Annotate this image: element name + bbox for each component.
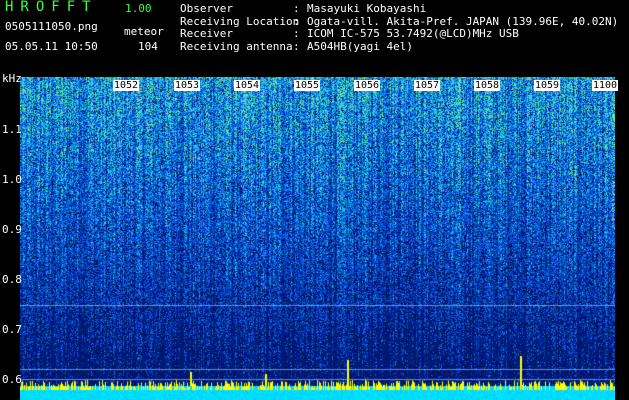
time-label: 1054 [234, 80, 261, 91]
info-value: A504HB(yagi 4el) [307, 39, 413, 53]
app-title: HROFFT [5, 0, 98, 15]
info-label: Receiver [180, 27, 233, 40]
time-label: 1055 [294, 80, 321, 91]
info-value: ICOM IC-575 53.7492(@LCD)MHz USB [307, 27, 519, 40]
info-separator: : [293, 39, 300, 53]
info-row-antenna: Receiving antenna : A504HB(yagi 4el) [180, 39, 618, 54]
info-label: Observer [180, 2, 233, 15]
info-label: Receiving antenna [180, 39, 293, 53]
date-time: 05.05.11 10:50 [5, 40, 98, 53]
y-tick-label: 0.7 [2, 323, 22, 336]
y-tick-label: 0.8 [2, 273, 22, 286]
count-value: 104 [138, 40, 158, 53]
info-separator: : [293, 2, 300, 15]
app-version: 1.00 [125, 2, 152, 15]
mode-label: meteor [124, 25, 164, 38]
station-info: Observer : Masayuki Kobayashi Receiving … [180, 2, 618, 54]
y-axis-unit: kHz [2, 72, 22, 85]
info-row-receiver: Receiver : ICOM IC-575 53.7492(@LCD)MHz … [180, 27, 618, 41]
time-label: 1059 [534, 80, 561, 91]
time-label: 1100 [592, 80, 619, 91]
file-name: 0505111050.png [5, 20, 98, 33]
y-tick-label: 0.9 [2, 223, 22, 236]
info-separator: : [293, 27, 300, 40]
time-label: 1052 [113, 80, 140, 91]
y-tick-label: 1.0 [2, 173, 22, 186]
time-label: 1056 [354, 80, 381, 91]
info-value: Masayuki Kobayashi [307, 2, 427, 15]
y-tick-label: 1.1 [2, 123, 22, 136]
time-label: 1057 [414, 80, 441, 91]
info-row-observer: Observer : Masayuki Kobayashi [180, 2, 618, 16]
time-label: 1053 [174, 80, 201, 91]
spectrogram-canvas [20, 77, 615, 400]
y-tick-label: 0.6 [2, 373, 22, 386]
time-label: 1058 [474, 80, 501, 91]
